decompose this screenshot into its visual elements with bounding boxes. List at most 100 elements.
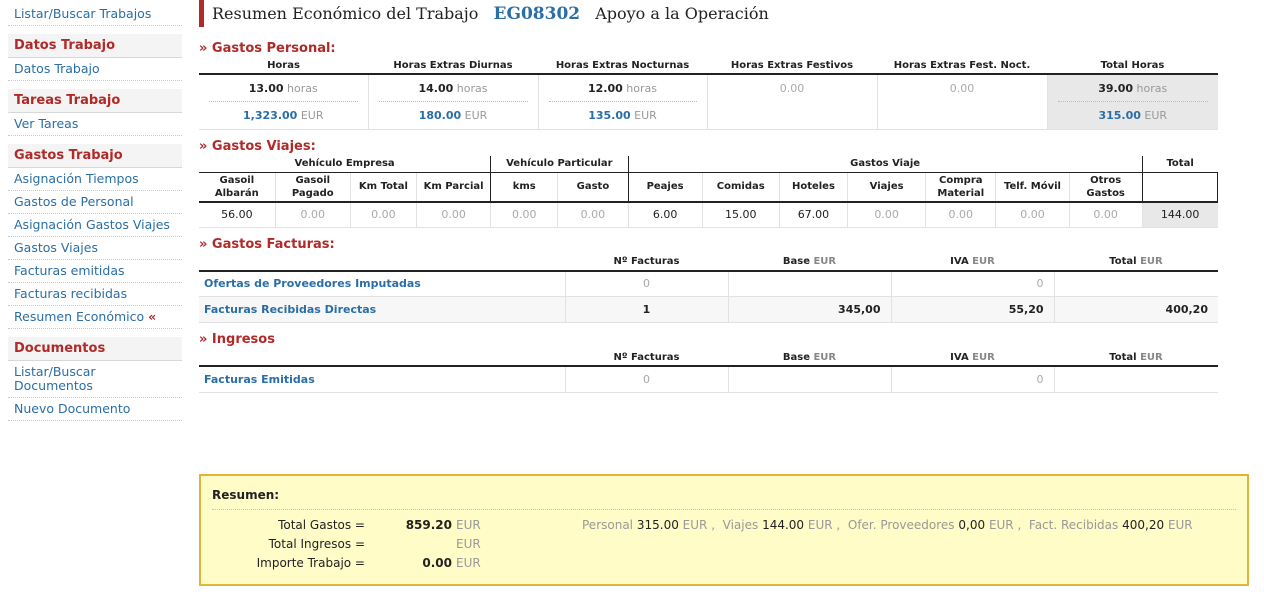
cell-total	[1054, 270, 1218, 297]
total-gastos-value: 859.20	[405, 518, 452, 532]
sidebar-link-facturas-emitidas[interactable]: Facturas emitidas	[8, 260, 182, 283]
facturas-table: Nº Facturas Base EUR IVA EUR Total EUR O…	[199, 253, 1218, 323]
viajes-cell: 0.00	[490, 202, 559, 227]
resumen-box: Resumen: Total Gastos = 859.20 EUR Perso…	[199, 474, 1249, 586]
col-base: Base EUR	[728, 253, 891, 272]
link-ofertas-proveedores[interactable]: Ofertas de Proveedores Imputadas	[199, 270, 566, 297]
hours-value: 0.00	[949, 82, 975, 95]
cell-base	[728, 270, 892, 297]
unit-label: EUR	[813, 256, 837, 267]
col-total-label: Total	[1109, 256, 1137, 267]
cell-base: 345,00	[728, 296, 892, 323]
sidebar-heading-tareas-trabajo: Tareas Trabajo	[8, 89, 182, 113]
sidebar-link-gastos-viajes[interactable]: Gastos Viajes	[8, 237, 182, 260]
viajes-table: Vehículo Empresa Vehículo Particular Gas…	[199, 156, 1219, 228]
cell-iva: 0	[891, 270, 1055, 297]
section-gastos-viajes: » Gastos Viajes:	[199, 139, 316, 154]
link-facturas-emitidas[interactable]: Facturas Emitidas	[199, 366, 566, 393]
group-vehiculo-particular: Vehículo Particular	[490, 156, 629, 173]
amount-unit: EUR	[1144, 109, 1168, 122]
col-horas: Horas	[199, 58, 368, 75]
unit-label: EUR	[813, 351, 837, 363]
col-km-parcial: Km Parcial	[416, 172, 492, 203]
table-row: Facturas Recibidas Directas 1 345,00 55,…	[199, 296, 1218, 323]
main-content: Resumen Económico del Trabajo EG08302 Ap…	[199, 0, 1219, 393]
sidebar-link-nuevo-documento[interactable]: Nuevo Documento	[8, 398, 182, 421]
col-iva-label: IVA	[950, 256, 969, 267]
hours-value: 12.00	[588, 82, 623, 95]
col-gasto: Gasto	[557, 172, 629, 203]
personal-table: Horas Horas Extras Diurnas Horas Extras …	[199, 58, 1218, 130]
col-kms: kms	[490, 172, 559, 203]
sidebar: Listar/Buscar Trabajos Datos Trabajo Dat…	[8, 0, 182, 421]
personal-cell: 0.00	[877, 74, 1048, 130]
breakdown-personal-label: Personal	[582, 518, 634, 532]
table-row: Ofertas de Proveedores Imputadas 0 0	[199, 270, 1218, 297]
hours-unit: horas	[456, 82, 488, 95]
cell-total: 400,20	[1054, 296, 1218, 323]
viajes-cell: 67.00	[779, 202, 849, 227]
sidebar-link-ver-tareas[interactable]: Ver Tareas	[8, 113, 182, 136]
col-total	[1142, 172, 1219, 203]
col-iva: IVA EUR	[891, 349, 1054, 367]
resumen-row-total-ingresos: Total Ingresos = EUR	[212, 535, 1236, 554]
total-hours-value: 39.00	[1098, 82, 1134, 95]
active-marker-icon: «	[148, 309, 157, 324]
col-total-label: Total	[1109, 351, 1137, 363]
col-otros-gastos: Otros Gastos	[1069, 172, 1143, 203]
viajes-cell: 0.00	[350, 202, 418, 227]
page-title-text: Resumen Económico del Trabajo	[212, 4, 479, 23]
resumen-row-total-gastos: Total Gastos = 859.20 EUR Personal 315.0…	[212, 516, 1236, 535]
total-ingresos-label: Total Ingresos =	[268, 537, 365, 551]
col-extras-festivos: Horas Extras Festivos	[707, 58, 877, 75]
sidebar-link-asignacion-gastos-viajes[interactable]: Asignación Gastos Viajes	[8, 214, 182, 237]
hours-value: 13.00	[248, 82, 284, 95]
unit-label: EUR	[807, 518, 833, 532]
unit-label: EUR	[972, 351, 995, 363]
amount-value: 180.00	[418, 109, 462, 122]
col-base: Base EUR	[728, 349, 891, 367]
col-extras-diurnas: Horas Extras Diurnas	[368, 58, 538, 75]
amount-unit: EUR	[300, 109, 324, 122]
viajes-cell: 0.00	[275, 202, 351, 227]
ingresos-table: Nº Facturas Base EUR IVA EUR Total EUR F…	[199, 349, 1218, 393]
col-concepto	[199, 253, 565, 272]
viajes-cell: 0.00	[847, 202, 927, 227]
col-compra-material: Compra Material	[925, 172, 997, 203]
section-ingresos: » Ingresos	[199, 332, 275, 347]
col-n-facturas: Nº Facturas	[565, 349, 728, 367]
col-viajes: Viajes	[847, 172, 927, 203]
total-gastos-label: Total Gastos =	[278, 518, 365, 532]
group-vehiculo-empresa: Vehículo Empresa	[199, 156, 492, 173]
section-gastos-facturas: » Gastos Facturas:	[199, 236, 335, 252]
section-gastos-personal: » Gastos Personal:	[199, 41, 336, 56]
unit-label: EUR	[988, 518, 1014, 532]
cell-n-facturas: 0	[565, 270, 729, 297]
viajes-cell: 0.00	[557, 202, 629, 227]
viajes-cell: 56.00	[199, 202, 276, 227]
sidebar-link-facturas-recibidas[interactable]: Facturas recibidas	[8, 283, 182, 306]
sidebar-heading-gastos-trabajo: Gastos Trabajo	[8, 144, 182, 168]
importe-value: 0.00	[422, 556, 452, 570]
hours-unit: horas	[626, 82, 657, 95]
amount-unit: EUR	[464, 109, 488, 122]
sidebar-heading-datos-trabajo: Datos Trabajo	[8, 34, 182, 58]
sidebar-link-resumen-economico[interactable]: Resumen Económico «	[8, 306, 182, 329]
cell-iva: 55,20	[891, 296, 1055, 323]
personal-cell: 12.00 horas 135.00 EUR	[538, 74, 708, 130]
hours-unit: horas	[1136, 82, 1168, 95]
link-facturas-recibidas-directas[interactable]: Facturas Recibidas Directas	[199, 296, 566, 323]
resumen-heading: Resumen:	[212, 486, 1236, 510]
page-title: Resumen Económico del Trabajo EG08302 Ap…	[199, 0, 1219, 27]
col-hoteles: Hoteles	[779, 172, 849, 203]
sidebar-link-datos-trabajo[interactable]: Datos Trabajo	[8, 58, 182, 81]
personal-total-cell: 39.00 horas 315.00 EUR	[1047, 74, 1218, 130]
sidebar-link-listar-documentos[interactable]: Listar/Buscar Documentos	[8, 361, 182, 398]
viajes-cell: 0.00	[1069, 202, 1143, 227]
unit-label: EUR	[1140, 351, 1163, 363]
cell-iva: 0	[891, 366, 1055, 393]
sidebar-link-listar-trabajos[interactable]: Listar/Buscar Trabajos	[8, 0, 182, 26]
sidebar-link-asignacion-tiempos[interactable]: Asignación Tiempos	[8, 168, 182, 191]
importe-label: Importe Trabajo =	[256, 556, 365, 570]
sidebar-link-gastos-personal[interactable]: Gastos de Personal	[8, 191, 182, 214]
